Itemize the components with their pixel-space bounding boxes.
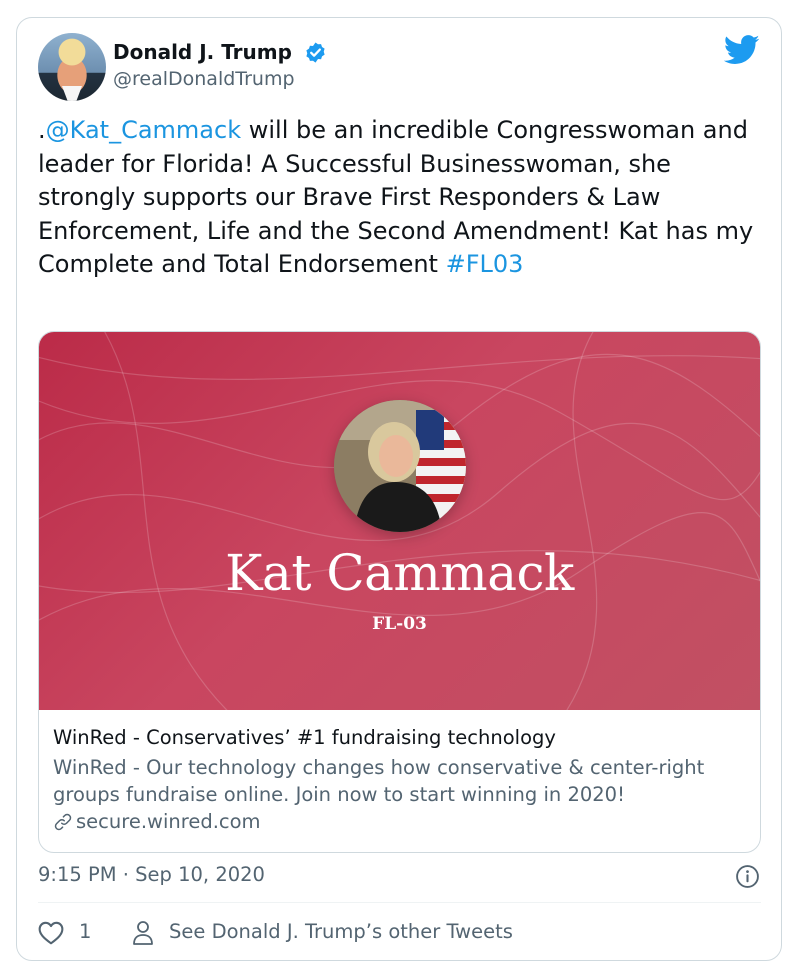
twitter-bird-icon[interactable] [724,35,760,65]
card-domain: secure.winred.com [53,808,746,835]
card-image-name: Kat Cammack [225,544,574,602]
text-prefix: . [38,116,46,144]
candidate-photo-art [334,400,466,532]
hashtag-link[interactable]: #FL03 [446,250,524,278]
candidate-photo [334,400,466,532]
card-meta: WinRed - Conservatives’ #1 fundraising t… [39,710,760,835]
other-tweets-link[interactable]: See Donald J. Trump’s other Tweets [169,920,513,943]
tweet-text: .@Kat_Cammack will be an incredible Cong… [38,114,768,282]
card-image: Kat Cammack FL-03 [39,332,760,710]
author-avatar[interactable] [38,33,106,101]
tweet-card: Donald J. Trump @realDonaldTrump .@Kat_C… [16,17,782,961]
author-handle[interactable]: @realDonaldTrump [113,68,295,90]
heart-icon[interactable] [38,921,64,945]
verified-badge-icon [306,42,325,63]
card-description: WinRed - Our technology changes how cons… [53,756,705,806]
like-count: 1 [79,920,92,943]
mention-link[interactable]: @Kat_Cammack [46,116,241,144]
tweet-timestamp[interactable]: 9:15 PM · Sep 10, 2020 [38,863,265,886]
person-icon[interactable] [132,920,154,946]
author-name[interactable]: Donald J. Trump [113,40,292,64]
card-image-district: FL-03 [372,614,427,634]
card-title: WinRed - Conservatives’ #1 fundraising t… [53,726,556,749]
card-domain-text: secure.winred.com [76,810,261,833]
link-icon [54,813,72,830]
link-preview-card[interactable]: Kat Cammack FL-03 WinRed - Conservatives… [38,331,761,853]
info-icon[interactable] [735,864,760,889]
divider [38,902,761,903]
